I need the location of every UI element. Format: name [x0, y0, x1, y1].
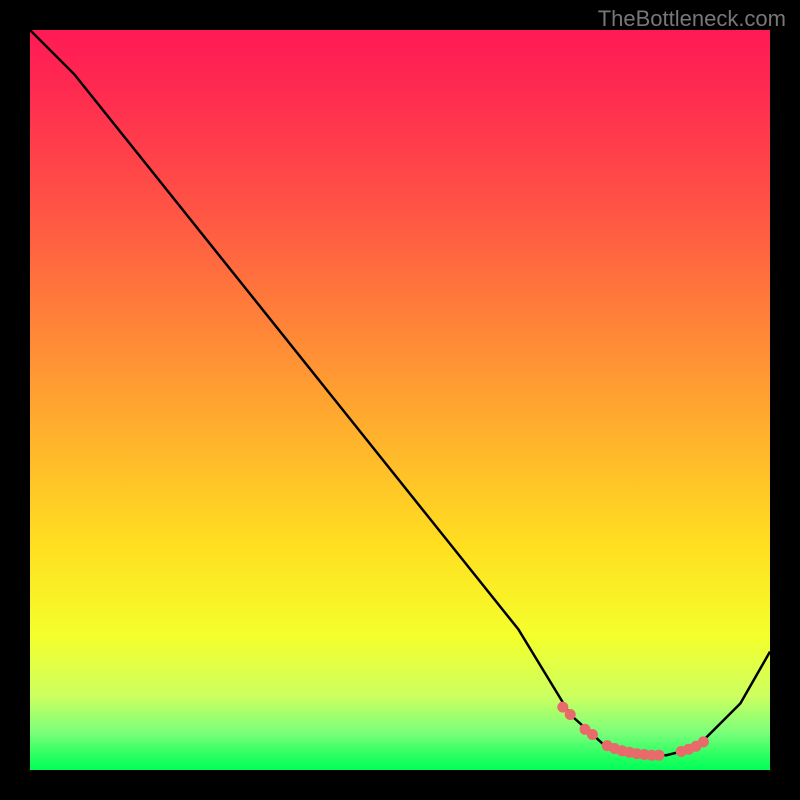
- chart-svg: [30, 30, 770, 770]
- curve-marker: [565, 710, 575, 720]
- watermark-text: TheBottleneck.com: [598, 6, 786, 32]
- curve-marker: [587, 730, 597, 740]
- curve-marker: [654, 750, 664, 760]
- curve-marker: [698, 737, 708, 747]
- bottleneck-curve: [30, 30, 770, 755]
- curve-markers: [558, 702, 709, 760]
- curve-marker: [558, 702, 568, 712]
